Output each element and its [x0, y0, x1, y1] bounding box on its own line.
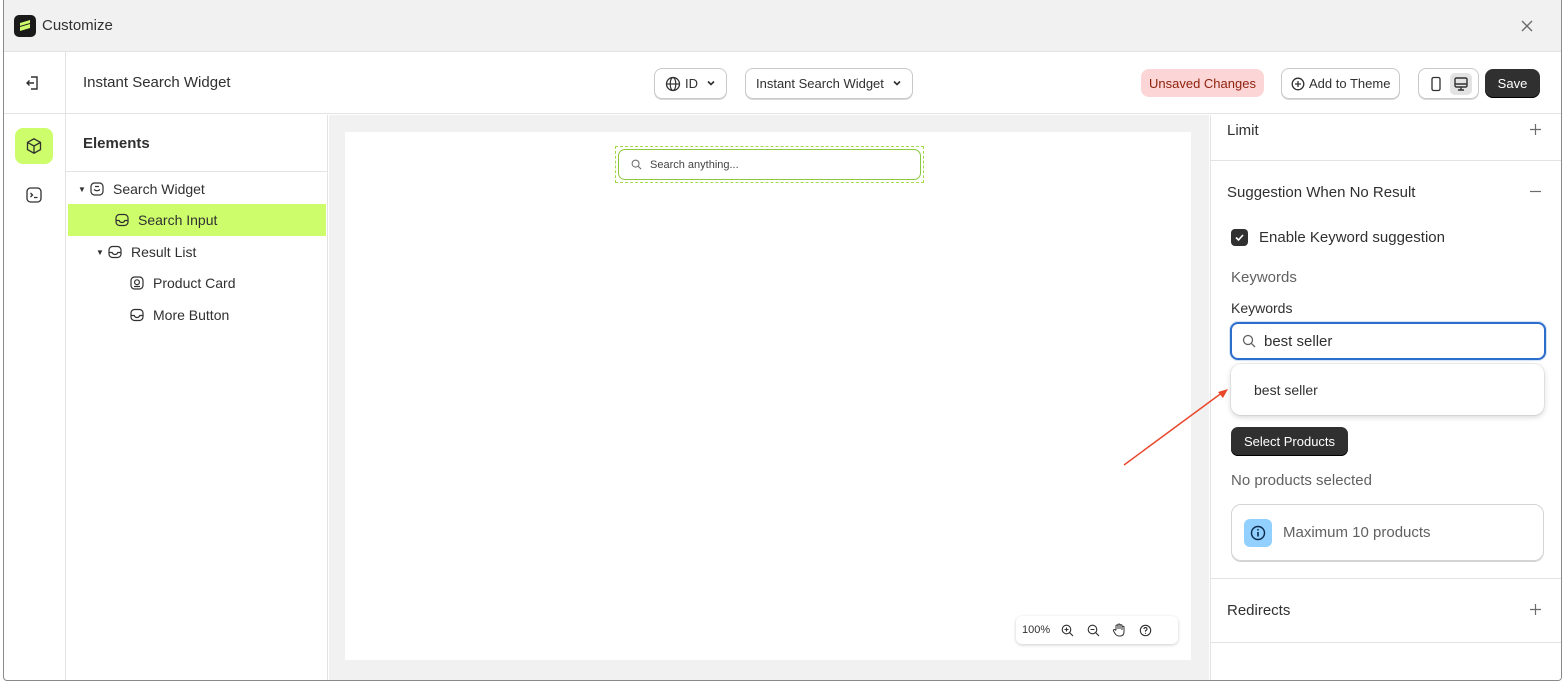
tree-item-label: Result List — [131, 244, 197, 260]
tree-item-label: Search Input — [138, 212, 218, 228]
caret-down-icon[interactable]: ▼ — [96, 248, 106, 257]
keywords-input-field[interactable] — [1264, 332, 1524, 350]
preview-canvas: Search anything... 100% — [345, 132, 1191, 660]
elements-rail-icon[interactable] — [15, 128, 53, 164]
settings-panel: Limit Suggestion When No Result Enable K… — [1210, 115, 1561, 680]
search-icon — [1242, 334, 1256, 348]
select-products-button[interactable]: Select Products — [1231, 427, 1349, 456]
section-divider — [1211, 578, 1561, 579]
preview-search-placeholder: Search anything... — [650, 158, 739, 171]
language-select[interactable]: ID — [654, 68, 727, 99]
inbox-icon — [106, 243, 124, 261]
plus-icon[interactable] — [1529, 120, 1542, 141]
plus-icon[interactable] — [1529, 600, 1542, 621]
hand-pan-icon[interactable] — [1110, 621, 1128, 639]
window-title: Customize — [42, 17, 113, 34]
search-widget-icon — [88, 180, 106, 198]
chevron-down-icon — [892, 76, 902, 91]
help-icon[interactable] — [1136, 621, 1154, 639]
elements-title: Elements — [66, 115, 327, 172]
tree-item-search-widget[interactable]: ▼ Search Widget — [78, 173, 326, 205]
info-icon — [1244, 518, 1272, 547]
unsaved-changes-badge: Unsaved Changes — [1141, 69, 1264, 97]
enable-keyword-checkbox[interactable]: Enable Keyword suggestion — [1231, 229, 1445, 246]
template-select[interactable]: Instant Search Widget — [745, 68, 913, 99]
zoom-out-icon[interactable] — [1084, 621, 1102, 639]
plus-circle-icon — [1291, 77, 1305, 91]
add-to-theme-button[interactable]: Add to Theme — [1281, 68, 1401, 99]
search-icon — [631, 159, 642, 170]
tree-item-label: Search Widget — [113, 181, 205, 197]
save-button[interactable]: Save — [1485, 69, 1540, 98]
keywords-heading: Keywords — [1231, 269, 1297, 286]
language-label: ID — [685, 76, 698, 91]
redirects-label: Redirects — [1227, 601, 1291, 619]
selected-element-outline: Search anything... — [615, 146, 924, 183]
tree-item-more-button[interactable]: More Button — [128, 299, 326, 331]
desktop-icon[interactable] — [1450, 72, 1473, 95]
keyword-suggestion-option[interactable]: best seller — [1231, 364, 1544, 415]
redirects-section-header[interactable]: Redirects — [1211, 595, 1561, 625]
mobile-icon[interactable] — [1425, 73, 1447, 95]
keywords-search-input[interactable] — [1230, 322, 1546, 360]
close-icon[interactable] — [1515, 14, 1539, 38]
inbox-icon — [113, 211, 131, 229]
product-card-icon — [128, 274, 146, 292]
zoom-toolbar: 100% — [1016, 616, 1178, 644]
chevron-down-icon — [706, 76, 716, 91]
max-products-text: Maximum 10 products — [1283, 524, 1431, 541]
device-toggle — [1418, 68, 1479, 99]
suggestion-section-label: Suggestion When No Result — [1227, 183, 1416, 201]
tree-item-label: Product Card — [153, 275, 236, 291]
tree-item-search-input[interactable]: Search Input — [68, 204, 326, 236]
template-label: Instant Search Widget — [756, 76, 884, 91]
page-name: Instant Search Widget — [83, 74, 231, 91]
section-divider — [1211, 160, 1561, 161]
suggestion-section-header[interactable]: Suggestion When No Result — [1211, 177, 1561, 207]
app-logo-icon — [14, 14, 36, 37]
minus-icon[interactable] — [1529, 182, 1542, 203]
preview-search-input[interactable]: Search anything... — [618, 149, 921, 180]
code-rail-icon[interactable] — [15, 177, 53, 213]
tree-item-product-card[interactable]: Product Card — [128, 267, 326, 299]
elements-panel: Elements ▼ Search Widget Search Input ▼ … — [66, 115, 328, 680]
tree-item-result-list[interactable]: ▼ Result List — [96, 236, 326, 268]
max-products-banner: Maximum 10 products — [1231, 504, 1544, 561]
exit-icon[interactable] — [22, 72, 44, 94]
add-to-theme-label: Add to Theme — [1309, 76, 1391, 91]
limit-section-header[interactable]: Limit — [1211, 115, 1561, 145]
keyword-option-label: best seller — [1254, 381, 1318, 398]
checkbox-checked-icon[interactable] — [1231, 229, 1248, 246]
section-divider — [1211, 642, 1561, 643]
zoom-level: 100% — [1022, 624, 1051, 636]
no-products-text: No products selected — [1231, 472, 1372, 489]
limit-label: Limit — [1227, 121, 1259, 139]
title-bar: Customize — [4, 0, 1561, 52]
zoom-in-icon[interactable] — [1058, 621, 1076, 639]
inbox-icon — [128, 306, 146, 324]
tree-item-label: More Button — [153, 307, 230, 323]
caret-down-icon[interactable]: ▼ — [78, 185, 88, 194]
enable-keyword-label: Enable Keyword suggestion — [1259, 229, 1445, 246]
globe-icon — [665, 76, 681, 92]
customize-window: Customize Instant Search Widget ID Insta… — [3, 0, 1562, 681]
top-toolbar: Instant Search Widget ID Instant Search … — [4, 52, 1561, 114]
keywords-field-label: Keywords — [1231, 300, 1293, 316]
